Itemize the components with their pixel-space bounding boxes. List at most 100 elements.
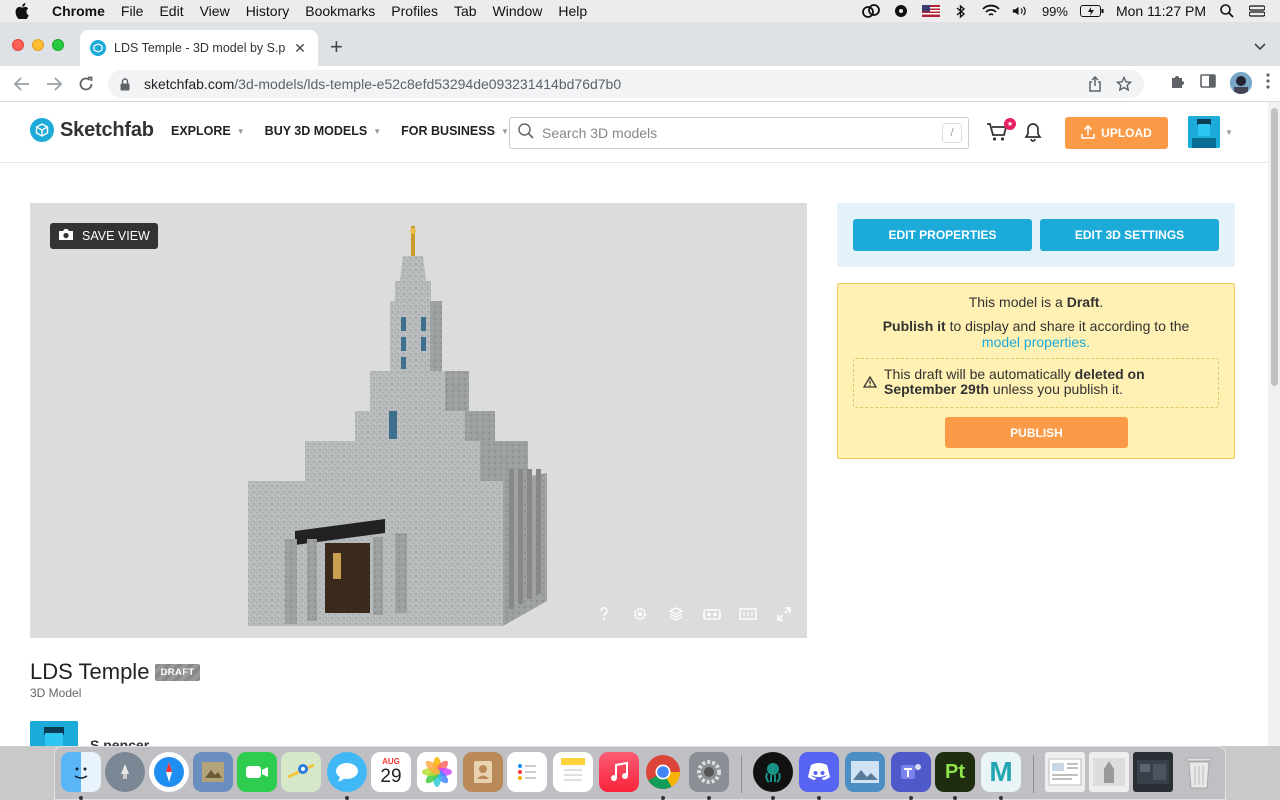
- publish-button[interactable]: PUBLISH: [945, 417, 1128, 448]
- close-tab-icon[interactable]: ✕: [292, 40, 308, 57]
- maps-icon[interactable]: [281, 752, 321, 792]
- calendar-day: 29: [380, 766, 402, 787]
- edit-properties-button[interactable]: EDIT PROPERTIES: [853, 219, 1032, 251]
- photoshop-touch-icon[interactable]: Pt: [935, 752, 975, 792]
- image-viewer-icon[interactable]: [845, 752, 885, 792]
- pt-label: Pt: [945, 760, 965, 783]
- page-scrollbar[interactable]: [1268, 102, 1280, 746]
- save-view-button[interactable]: SAVE VIEW: [50, 223, 158, 249]
- menu-help[interactable]: Help: [550, 0, 595, 22]
- menu-profiles[interactable]: Profiles: [383, 0, 446, 22]
- system-preferences-icon[interactable]: [689, 752, 729, 792]
- maya-lt-icon[interactable]: M: [981, 752, 1021, 792]
- music-status-icon[interactable]: [892, 3, 910, 19]
- recent-window-icon[interactable]: [1133, 752, 1173, 792]
- discord-icon[interactable]: [799, 752, 839, 792]
- control-center-icon[interactable]: [1248, 3, 1266, 19]
- contacts-icon[interactable]: [463, 752, 503, 792]
- reload-icon[interactable]: [70, 70, 102, 98]
- cart-button[interactable]: ★: [986, 118, 1016, 146]
- recent-document-icon[interactable]: [1045, 752, 1085, 792]
- upload-button[interactable]: UPLOAD: [1065, 117, 1168, 149]
- nav-explore[interactable]: EXPLORE ▼: [171, 124, 245, 138]
- window-controls: [12, 39, 64, 51]
- nav-buy-3d-models[interactable]: BUY 3D MODELS ▼: [265, 124, 382, 138]
- warning-strong-1: deleted on: [1074, 366, 1145, 382]
- forward-arrow-icon[interactable]: [38, 70, 70, 98]
- share-icon[interactable]: [1088, 75, 1102, 95]
- wifi-icon[interactable]: [982, 3, 1000, 19]
- menu-edit[interactable]: Edit: [151, 0, 191, 22]
- settings-icon[interactable]: [631, 606, 649, 622]
- bluetooth-icon[interactable]: [952, 3, 970, 19]
- browser-tab-active[interactable]: LDS Temple - 3D model by S.p ✕: [80, 30, 318, 66]
- preview-app-icon[interactable]: [193, 752, 233, 792]
- vr-icon[interactable]: [703, 606, 721, 622]
- spotlight-search-icon[interactable]: [1218, 3, 1236, 19]
- nav-for-business[interactable]: FOR BUSINESS ▼: [401, 124, 509, 138]
- menu-app-chrome[interactable]: Chrome: [44, 0, 113, 22]
- author-avatar[interactable]: [30, 721, 78, 746]
- discord-running-dot: [817, 796, 821, 800]
- author-name[interactable]: S.pencer: [90, 737, 149, 746]
- finder-icon[interactable]: [61, 752, 101, 792]
- chrome-icon[interactable]: [643, 752, 683, 792]
- menu-view[interactable]: View: [192, 0, 238, 22]
- volume-icon[interactable]: [1012, 3, 1030, 19]
- music-icon[interactable]: [599, 752, 639, 792]
- lock-icon[interactable]: [120, 77, 134, 91]
- tab-search-chevron-icon[interactable]: [1254, 40, 1266, 54]
- battery-icon[interactable]: [1079, 3, 1104, 19]
- apple-menu-icon[interactable]: [0, 3, 44, 19]
- user-menu-chevron-icon[interactable]: ▼: [1225, 128, 1233, 137]
- menu-window[interactable]: Window: [485, 0, 551, 22]
- scrollbar-thumb[interactable]: [1271, 108, 1278, 386]
- chrome-profile-avatar[interactable]: [1230, 72, 1252, 94]
- search-icon: [518, 122, 534, 144]
- teams-icon[interactable]: [891, 752, 931, 792]
- input-source-flag-icon[interactable]: [921, 3, 940, 19]
- back-arrow-icon[interactable]: [6, 70, 38, 98]
- url-host: sketchfab.com: [144, 76, 235, 92]
- dimensions-icon[interactable]: [739, 606, 757, 622]
- layers-icon[interactable]: [667, 606, 685, 622]
- new-tab-button[interactable]: +: [330, 36, 343, 58]
- sketchfab-logo[interactable]: Sketchfab: [30, 118, 154, 142]
- address-bar[interactable]: sketchfab.com/3d-models/lds-temple-e52c8…: [108, 70, 1144, 98]
- help-icon[interactable]: [595, 606, 613, 622]
- recent-screenshot-icon[interactable]: [1089, 752, 1129, 792]
- user-avatar[interactable]: [1188, 116, 1220, 148]
- notes-icon[interactable]: [553, 752, 593, 792]
- zoom-window-button[interactable]: [52, 39, 64, 51]
- menu-history[interactable]: History: [238, 0, 298, 22]
- browser-tab-strip: LDS Temple - 3D model by S.p ✕ +: [0, 22, 1280, 66]
- reminders-icon[interactable]: [507, 752, 547, 792]
- menu-tab[interactable]: Tab: [446, 0, 485, 22]
- chrome-menu-icon[interactable]: [1266, 72, 1270, 94]
- bookmark-star-icon[interactable]: [1115, 75, 1133, 95]
- menu-file[interactable]: File: [113, 0, 152, 22]
- side-panel-icon[interactable]: [1200, 73, 1216, 93]
- sketchfab-wordmark: Sketchfab: [60, 118, 154, 141]
- menubar-clock[interactable]: Mon 11:27 PM: [1116, 3, 1206, 19]
- photos-icon[interactable]: [417, 752, 457, 792]
- trash-icon[interactable]: [1179, 752, 1219, 792]
- menu-bookmarks[interactable]: Bookmarks: [297, 0, 383, 22]
- messages-icon[interactable]: [327, 752, 367, 792]
- close-window-button[interactable]: [12, 39, 24, 51]
- search-input[interactable]: [542, 125, 942, 141]
- fullscreen-icon[interactable]: [775, 606, 793, 622]
- extensions-puzzle-icon[interactable]: [1170, 73, 1186, 94]
- launchpad-icon[interactable]: [105, 752, 145, 792]
- model-properties-link[interactable]: model properties.: [982, 334, 1090, 350]
- minimize-window-button[interactable]: [32, 39, 44, 51]
- model-viewer[interactable]: SAVE VIEW: [30, 203, 807, 638]
- safari-icon[interactable]: [149, 752, 189, 792]
- facetime-icon[interactable]: [237, 752, 277, 792]
- edit-3d-settings-button[interactable]: EDIT 3D SETTINGS: [1040, 219, 1219, 251]
- notifications-bell-icon[interactable]: [1024, 122, 1042, 147]
- system-preferences-running-dot: [707, 796, 711, 800]
- calendar-icon[interactable]: AUG 29: [371, 752, 411, 792]
- creative-cloud-icon[interactable]: [862, 3, 880, 19]
- gitkraken-icon[interactable]: [753, 752, 793, 792]
